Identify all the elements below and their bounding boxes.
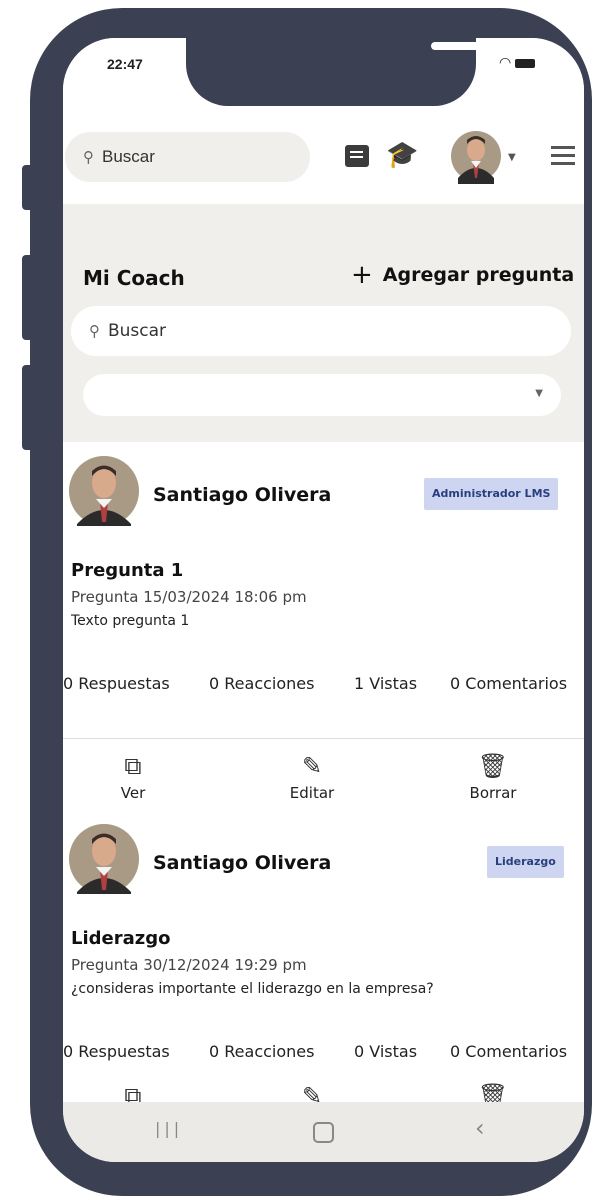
question-stats: 0 Respuestas 0 Reacciones 0 Vistas 0 Com… xyxy=(63,1030,584,1070)
side-button xyxy=(22,165,36,210)
chevron-down-icon[interactable]: ▼ xyxy=(508,152,516,163)
trash-icon: 🗑 xyxy=(477,752,509,780)
question-meta: Pregunta 30/12/2024 19:29 pm xyxy=(71,956,307,974)
coach-search-input[interactable]: ⚲ Buscar xyxy=(71,306,571,356)
author-avatar xyxy=(69,456,139,526)
wifi-icon: ◠ xyxy=(499,55,512,71)
views-count: 0 Vistas xyxy=(354,1042,418,1061)
question-meta: Pregunta 15/03/2024 18:06 pm xyxy=(71,588,307,606)
view-label: Ver xyxy=(120,784,146,802)
page-title: Mi Coach xyxy=(83,266,185,290)
system-nav-bar: ||| ‹ xyxy=(63,1102,584,1162)
status-time: 22:47 xyxy=(107,56,143,72)
question-title[interactable]: Liderazgo xyxy=(71,928,170,949)
chat-icon[interactable] xyxy=(345,145,369,167)
answers-count[interactable]: 0 Respuestas xyxy=(63,674,170,693)
search-input[interactable]: ⚲ Buscar xyxy=(65,132,310,182)
filter-select[interactable]: ▼ xyxy=(83,374,561,416)
add-question-label: Agregar pregunta xyxy=(382,264,575,286)
recent-apps-icon[interactable]: ||| xyxy=(155,1119,183,1138)
question-text: Texto pregunta 1 xyxy=(71,613,190,629)
edit-label: Editar xyxy=(289,784,335,802)
pencil-icon: ✎ xyxy=(301,752,323,780)
views-count: 1 Vistas xyxy=(354,674,418,693)
answers-count[interactable]: 0 Respuestas xyxy=(63,1042,170,1061)
add-question-button[interactable]: + Agregar pregunta xyxy=(351,260,574,290)
delete-button[interactable]: 🗑 Borrar xyxy=(443,752,543,802)
avatar[interactable] xyxy=(451,128,501,184)
notch xyxy=(186,38,516,106)
author-name: Santiago Olivera xyxy=(153,852,332,874)
home-icon[interactable] xyxy=(313,1122,334,1143)
search-icon: ⚲ xyxy=(89,322,100,340)
category-badge: Administrador LMS xyxy=(424,478,559,510)
comments-count[interactable]: 0 Comentarios xyxy=(450,1042,567,1061)
side-button xyxy=(22,255,36,340)
graduation-cap-icon[interactable]: 🎓 xyxy=(386,140,418,170)
reactions-count[interactable]: 0 Reacciones xyxy=(209,1042,314,1061)
speaker xyxy=(431,42,489,50)
coach-search-placeholder: Buscar xyxy=(108,321,167,341)
author-name: Santiago Olivera xyxy=(153,484,332,506)
side-button xyxy=(22,365,36,450)
delete-label: Borrar xyxy=(469,784,517,802)
question-card: Santiago Olivera Liderazgo Liderazgo Pre… xyxy=(63,810,584,1110)
question-text: ¿consideras importante el liderazgo en l… xyxy=(71,981,434,997)
author-avatar xyxy=(69,824,139,894)
menu-icon[interactable] xyxy=(551,146,575,149)
open-external-icon: ⧉ xyxy=(124,752,142,780)
category-badge: Liderazgo xyxy=(487,846,564,878)
question-title[interactable]: Pregunta 1 xyxy=(71,560,183,581)
chevron-down-icon: ▼ xyxy=(535,388,543,399)
question-stats: 0 Respuestas 0 Reacciones 1 Vistas 0 Com… xyxy=(63,662,584,702)
phone-screen: 22:47 ◠ ⚲ Buscar 🎓 ▼ Mi Coach + Agregar p… xyxy=(63,38,584,1162)
camera xyxy=(503,39,516,52)
app-header: ⚲ Buscar 🎓 ▼ xyxy=(63,108,584,204)
back-icon[interactable]: ‹ xyxy=(475,1114,485,1142)
search-placeholder: Buscar xyxy=(102,147,155,166)
search-icon: ⚲ xyxy=(83,148,94,166)
plus-icon: + xyxy=(351,260,373,290)
battery-icon xyxy=(515,59,535,68)
reactions-count[interactable]: 0 Reacciones xyxy=(209,674,314,693)
divider xyxy=(63,738,584,739)
coach-section: Mi Coach + Agregar pregunta ⚲ Buscar ▼ xyxy=(63,204,584,442)
view-button[interactable]: ⧉ Ver xyxy=(83,752,183,802)
comments-count[interactable]: 0 Comentarios xyxy=(450,674,567,693)
edit-button[interactable]: ✎ Editar xyxy=(262,752,362,802)
question-card: Santiago Olivera Administrador LMS Pregu… xyxy=(63,442,584,816)
